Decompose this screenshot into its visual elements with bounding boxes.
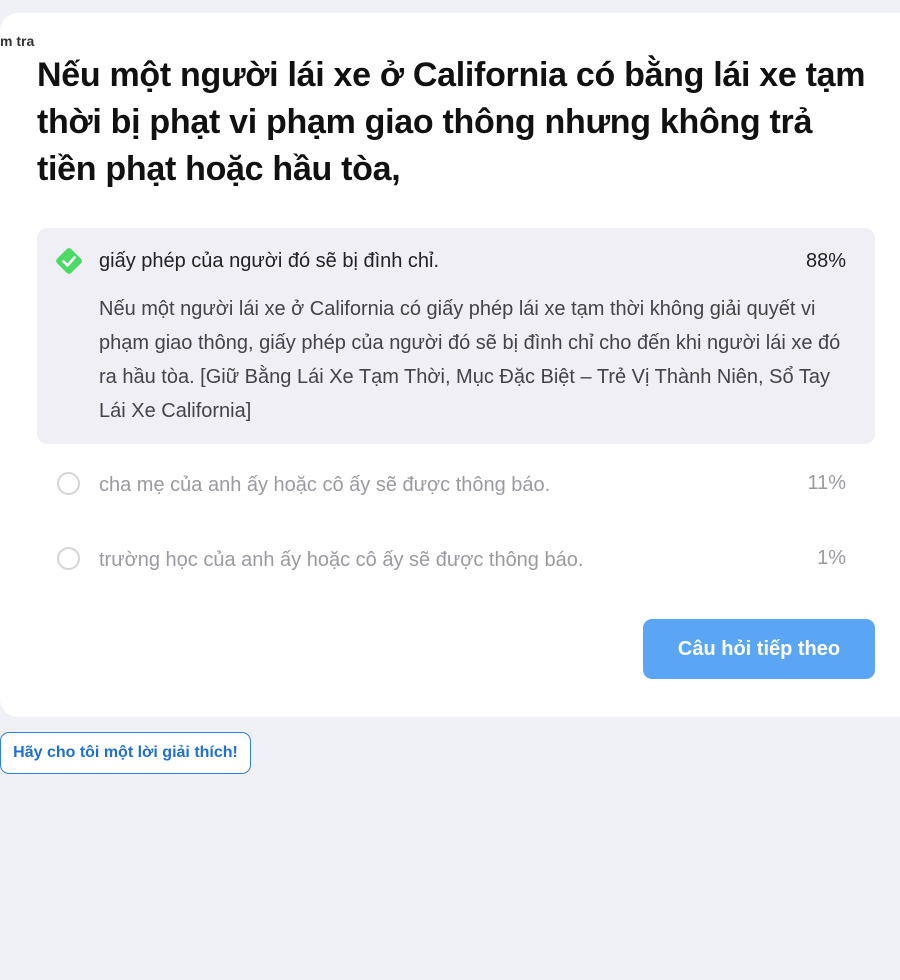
answer-explanation: Nếu một người lái xe ở California có giấ… xyxy=(99,298,841,422)
answer-option-percent: 88% xyxy=(805,250,846,272)
next-question-button[interactable]: Câu hỏi tiếp theo xyxy=(643,619,875,679)
answer-option-label: giấy phép của người đó sẽ bị đình chỉ. xyxy=(99,250,440,272)
radio-circle-icon xyxy=(57,472,80,495)
answer-option-label: trường học của anh ấy hoặc cô ấy sẽ được… xyxy=(99,549,584,571)
answer-option-label: cha mẹ của anh ấy hoặc cô ấy sẽ được thô… xyxy=(99,474,551,496)
quiz-page: m tra Nếu một người lái xe ở California … xyxy=(0,0,900,980)
explain-button[interactable]: Hãy cho tôi một lời giải thích! xyxy=(0,732,251,774)
breadcrumb: m tra xyxy=(0,33,35,49)
answer-option-correct[interactable]: giấy phép của người đó sẽ bị đình chỉ. 8… xyxy=(37,228,875,444)
answer-option[interactable]: trường học của anh ấy hoặc cô ấy sẽ được… xyxy=(37,531,875,591)
question-text: Nếu một người lái xe ở California có bằn… xyxy=(37,56,866,188)
answer-option-percent: 1% xyxy=(817,547,846,569)
check-diamond-icon xyxy=(56,248,82,274)
answer-option[interactable]: cha mẹ của anh ấy hoặc cô ấy sẽ được thô… xyxy=(37,456,875,516)
answer-option-percent: 11% xyxy=(807,472,846,494)
radio-circle-icon xyxy=(57,547,80,570)
